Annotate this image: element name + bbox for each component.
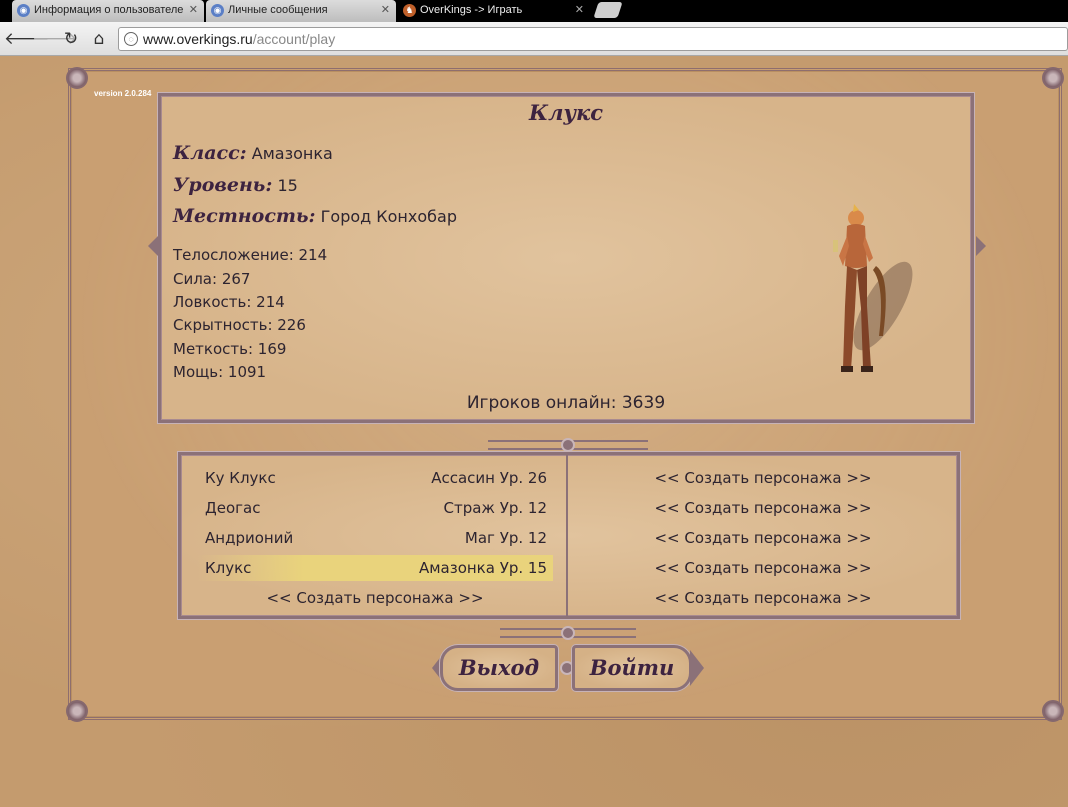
stat-strength: Сила: 267 (173, 270, 251, 288)
ornament-knob (561, 438, 575, 452)
tab-user-info[interactable]: ◉ Информация о пользователе ✕ (12, 0, 204, 22)
url-path: /account/play (252, 31, 336, 47)
right-arrow-ornament (976, 236, 986, 256)
new-tab-button[interactable] (593, 2, 623, 18)
stat-constitution: Телосложение: 214 (173, 246, 328, 264)
level-value: 15 (277, 176, 298, 195)
frame-corner-ornament (66, 700, 88, 722)
character-row-name: Ку Клукс (205, 469, 276, 487)
enter-arrow-ornament (690, 650, 704, 686)
stat-accuracy: Меткость: 169 (173, 340, 287, 358)
character-row-name: Клукс (205, 559, 252, 577)
location-label: Местность: (173, 205, 316, 227)
site-icon: ◉ (17, 4, 30, 17)
game-icon: ♞ (403, 4, 416, 17)
create-character-slot[interactable]: << Создать персонажа >> (576, 465, 950, 491)
level-row: Уровень: 15 (173, 174, 298, 196)
browser-toolbar: 🡐 🡒 ↻ ⌂ ◌ www.overkings.ru/account/play (0, 22, 1068, 56)
site-icon: ◉ (211, 4, 224, 17)
create-character-slot[interactable]: << Создать персонажа >> (197, 585, 553, 611)
character-row[interactable]: Деогас Страж Ур. 12 (197, 495, 553, 521)
ornament-knob (561, 626, 575, 640)
players-online: Игроков онлайн: 3639 (466, 393, 666, 413)
reload-icon[interactable]: ↻ (60, 28, 82, 50)
character-row[interactable]: Ку Клукс Ассасин Ур. 26 (197, 465, 553, 491)
class-label: Класс: (173, 142, 247, 164)
version-label: version 2.0.284 (94, 89, 152, 98)
url-host: www.overkings.ru (143, 31, 253, 47)
left-arrow-ornament (148, 236, 158, 256)
create-character-slot[interactable]: << Создать персонажа >> (576, 525, 950, 551)
globe-icon: ◌ (124, 32, 138, 46)
stat-agility: Ловкость: 214 (173, 293, 285, 311)
stat-stealth: Скрытность: 226 (173, 316, 306, 334)
close-icon[interactable]: ✕ (381, 0, 390, 21)
tab-messages[interactable]: ◉ Личные сообщения ✕ (206, 0, 396, 22)
create-character-slot[interactable]: << Создать персонажа >> (576, 555, 950, 581)
close-icon[interactable]: ✕ (189, 0, 198, 21)
create-character-slot[interactable]: << Создать персонажа >> (576, 585, 950, 611)
level-label: Уровень: (173, 174, 273, 196)
tab-label: Информация о пользователе (34, 4, 184, 16)
enter-button[interactable]: Войти (572, 645, 692, 691)
close-icon[interactable]: ✕ (575, 0, 584, 21)
character-list-panel: Ку Клукс Ассасин Ур. 26 Деогас Страж Ур.… (178, 452, 960, 619)
character-row-name: Андрионий (205, 529, 294, 547)
forward-icon[interactable]: 🡒 (32, 28, 78, 50)
character-row-class: Ассасин Ур. 26 (431, 469, 547, 487)
class-value: Амазонка (251, 144, 333, 163)
character-row[interactable]: Андрионий Маг Ур. 12 (197, 525, 553, 551)
character-row-name: Деогас (205, 499, 261, 517)
location-row: Местность: Город Конхобар (173, 205, 457, 227)
frame-corner-ornament (1042, 67, 1064, 89)
character-row-class: Маг Ур. 12 (464, 529, 547, 547)
character-avatar (833, 204, 913, 372)
tab-strip: ◉ Информация о пользователе ✕ ◉ Личные с… (0, 0, 1068, 22)
frame-corner-ornament (66, 67, 88, 89)
list-divider (566, 455, 568, 616)
character-row-selected[interactable]: Клукс Амазонка Ур. 15 (197, 555, 553, 581)
location-value: Город Конхобар (320, 207, 457, 226)
character-name: Клукс (528, 100, 604, 125)
character-row-class: Амазонка Ур. 15 (418, 559, 547, 577)
frame-corner-ornament (1042, 700, 1064, 722)
back-icon[interactable]: 🡐 (4, 28, 50, 50)
tab-label: Личные сообщения (228, 4, 328, 16)
exit-button[interactable]: Выход (440, 645, 558, 691)
tab-label: OverKings -> Играть (420, 4, 523, 16)
stat-power: Мощь: 1091 (173, 363, 267, 381)
character-row-class: Страж Ур. 12 (443, 499, 548, 517)
home-icon[interactable]: ⌂ (88, 28, 110, 50)
class-row: Класс: Амазонка (173, 142, 333, 164)
address-bar[interactable]: ◌ www.overkings.ru/account/play (118, 27, 1068, 51)
create-character-slot[interactable]: << Создать персонажа >> (576, 495, 950, 521)
character-info-panel: Клукс Класс: Амазонка Уровень: 15 Местно… (158, 93, 974, 423)
tab-overkings-play[interactable]: ♞ OverKings -> Играть ✕ (398, 0, 590, 22)
